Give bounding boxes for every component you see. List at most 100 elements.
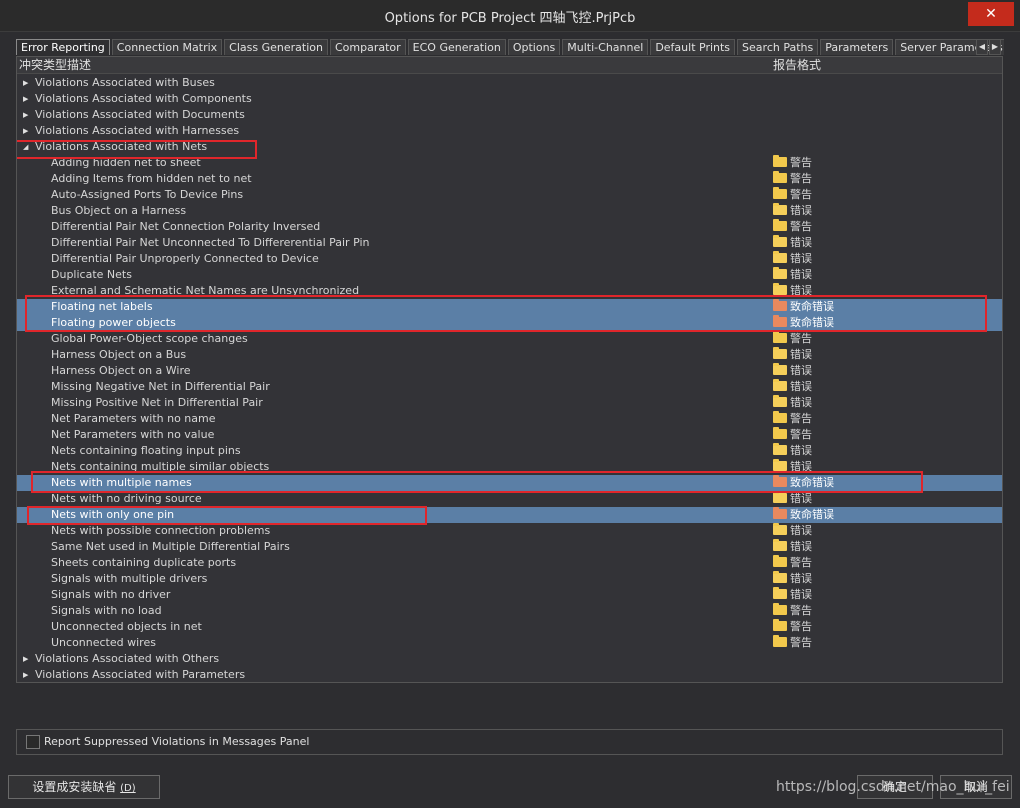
report-mode-label: 致命错误 [790, 508, 834, 521]
row-label: Signals with no load [51, 604, 162, 617]
table-row[interactable]: Adding Items from hidden net to net 警告 [17, 171, 1002, 187]
tab-multi-channel[interactable]: Multi-Channel [562, 39, 649, 55]
table-row[interactable]: Unconnected wires 警告 [17, 635, 1002, 651]
table-row[interactable]: Sheets containing duplicate ports 警告 [17, 555, 1002, 571]
table-row[interactable]: Auto-Assigned Ports To Device Pins 警告 [17, 187, 1002, 203]
group-row[interactable]: ▶ Violations Associated with Harnesses [17, 123, 1002, 139]
folder-icon [773, 283, 787, 295]
table-row[interactable]: Harness Object on a Bus 错误 [17, 347, 1002, 363]
report-mode-cell[interactable]: 警告 [773, 603, 812, 619]
folder-icon [773, 331, 787, 343]
tab-class-generation[interactable]: Class Generation [224, 39, 328, 55]
report-mode-cell[interactable]: 错误 [773, 235, 812, 251]
table-row[interactable]: Global Power-Object scope changes 警告 [17, 331, 1002, 347]
tab-parameters[interactable]: Parameters [820, 39, 894, 55]
table-row[interactable]: Nets containing floating input pins 错误 [17, 443, 1002, 459]
report-mode-cell[interactable]: 警告 [773, 635, 812, 651]
table-row[interactable]: Net Parameters with no name 警告 [17, 411, 1002, 427]
tab-comparator[interactable]: Comparator [329, 39, 406, 55]
row-label: Violations Associated with Buses [35, 76, 215, 89]
report-mode-label: 警告 [790, 220, 812, 233]
tab-connection-matrix[interactable]: Connection Matrix [111, 39, 223, 55]
row-label: Adding Items from hidden net to net [51, 172, 252, 185]
report-mode-cell[interactable]: 错误 [773, 395, 812, 411]
group-row[interactable]: ▶ Violations Associated with Buses [17, 75, 1002, 91]
report-mode-cell[interactable]: 警告 [773, 331, 812, 347]
table-row[interactable]: Differential Pair Net Connection Polarit… [17, 219, 1002, 235]
close-button[interactable]: ✕ [968, 2, 1014, 26]
report-mode-cell[interactable]: 警告 [773, 219, 812, 235]
row-label: Violations Associated with Parameters [35, 668, 246, 681]
row-label: Nets with possible connection problems [51, 524, 271, 537]
table-row[interactable]: Net Parameters with no value 警告 [17, 427, 1002, 443]
expand-arrow-icon[interactable]: ▶ [23, 75, 28, 91]
row-label: Harness Object on a Bus [51, 348, 187, 361]
table-row[interactable]: Nets with possible connection problems 错误 [17, 523, 1002, 539]
table-row[interactable]: Missing Positive Net in Differential Pai… [17, 395, 1002, 411]
report-mode-cell[interactable]: 警告 [773, 555, 812, 571]
report-mode-cell[interactable]: 警告 [773, 155, 812, 171]
group-row[interactable]: ▶ Violations Associated with Documents [17, 107, 1002, 123]
tab-search-paths[interactable]: Search Paths [737, 39, 819, 55]
report-mode-label: 错误 [790, 492, 812, 505]
report-mode-cell[interactable]: 警告 [773, 411, 812, 427]
report-mode-cell[interactable]: 警告 [773, 171, 812, 187]
violation-rows: ▶ Violations Associated with Buses ▶ Violat… [17, 75, 1002, 682]
expand-arrow-icon[interactable]: ▶ [23, 667, 28, 682]
row-label: Violations Associated with Components [35, 92, 252, 105]
column-header-description[interactable]: 冲突类型描述 [19, 57, 91, 73]
report-mode-label: 警告 [790, 188, 812, 201]
report-mode-cell[interactable]: 错误 [773, 267, 812, 283]
expand-arrow-icon[interactable]: ▶ [23, 107, 28, 123]
report-mode-cell[interactable]: 警告 [773, 619, 812, 635]
folder-icon [773, 459, 787, 471]
tab-eco-generation[interactable]: ECO Generation [407, 39, 506, 55]
report-mode-label: 错误 [790, 396, 812, 409]
table-row[interactable]: Signals with no driver 错误 [17, 587, 1002, 603]
report-mode-cell[interactable]: 错误 [773, 363, 812, 379]
table-row[interactable]: Bus Object on a Harness 错误 [17, 203, 1002, 219]
group-row[interactable]: ▶ Violations Associated with Others [17, 651, 1002, 667]
row-label: Same Net used in Multiple Differential P… [51, 540, 290, 553]
table-row[interactable]: Nets with no driving source 错误 [17, 491, 1002, 507]
set-to-defaults-button[interactable]: 设置成安装缺省 (D) [8, 775, 160, 799]
group-row[interactable]: ▶ Violations Associated with Parameters [17, 667, 1002, 682]
report-mode-cell[interactable]: 错误 [773, 443, 812, 459]
report-mode-cell[interactable]: 致命错误 [773, 507, 834, 523]
tab-default-prints[interactable]: Default Prints [650, 39, 736, 55]
report-mode-cell[interactable]: 错误 [773, 539, 812, 555]
tab-options[interactable]: Options [507, 39, 561, 55]
table-row[interactable]: Unconnected objects in net 警告 [17, 619, 1002, 635]
table-row[interactable]: Differential Pair Unproperly Connected t… [17, 251, 1002, 267]
report-mode-cell[interactable]: 错误 [773, 523, 812, 539]
table-row[interactable]: Harness Object on a Wire 错误 [17, 363, 1002, 379]
tab-scroll-left-icon[interactable]: ◀ [976, 39, 988, 55]
tab-error-reporting[interactable]: Error Reporting [16, 39, 110, 55]
row-label: Differential Pair Unproperly Connected t… [51, 252, 319, 265]
table-row[interactable]: Signals with multiple drivers 错误 [17, 571, 1002, 587]
table-row[interactable]: Differential Pair Net Unconnected To Dif… [17, 235, 1002, 251]
expand-arrow-icon[interactable]: ▶ [23, 651, 28, 667]
report-suppressed-checkbox[interactable] [26, 735, 40, 749]
table-row[interactable]: Missing Negative Net in Differential Pai… [17, 379, 1002, 395]
folder-icon [773, 507, 787, 519]
report-mode-cell[interactable]: 错误 [773, 347, 812, 363]
report-mode-cell[interactable]: 错误 [773, 251, 812, 267]
report-mode-label: 错误 [790, 364, 812, 377]
table-row[interactable]: Signals with no load 警告 [17, 603, 1002, 619]
report-mode-label: 警告 [790, 428, 812, 441]
column-header-report-mode[interactable]: 报告格式 [773, 57, 821, 73]
report-mode-cell[interactable]: 错误 [773, 571, 812, 587]
report-mode-cell[interactable]: 错误 [773, 379, 812, 395]
report-mode-cell[interactable]: 错误 [773, 587, 812, 603]
tab-scroll-right-icon[interactable]: ▶ [989, 39, 1001, 55]
report-mode-cell[interactable]: 错误 [773, 203, 812, 219]
report-mode-cell[interactable]: 错误 [773, 491, 812, 507]
report-mode-cell[interactable]: 警告 [773, 187, 812, 203]
table-row[interactable]: Duplicate Nets 错误 [17, 267, 1002, 283]
expand-arrow-icon[interactable]: ▶ [23, 123, 28, 139]
report-mode-cell[interactable]: 警告 [773, 427, 812, 443]
expand-arrow-icon[interactable]: ▶ [23, 91, 28, 107]
group-row[interactable]: ▶ Violations Associated with Components [17, 91, 1002, 107]
table-row[interactable]: Same Net used in Multiple Differential P… [17, 539, 1002, 555]
